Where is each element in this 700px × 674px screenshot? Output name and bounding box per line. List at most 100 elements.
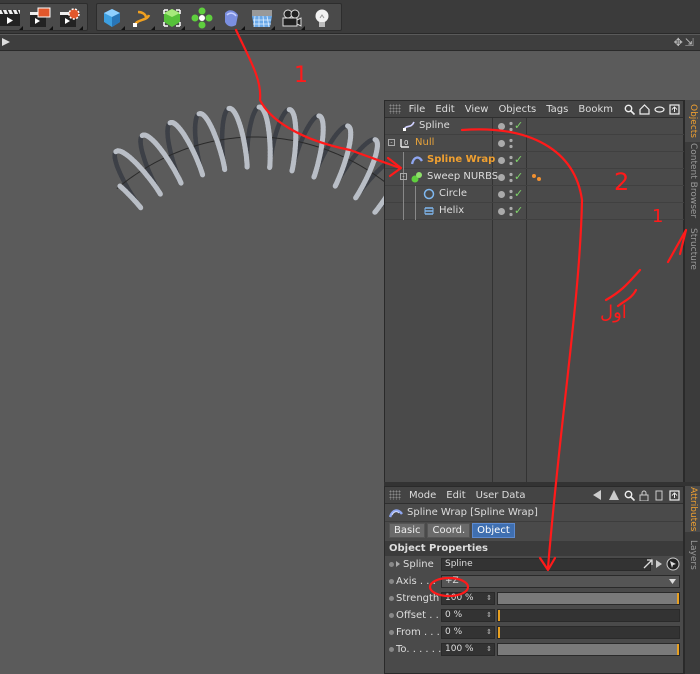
3d-viewport[interactable]	[0, 52, 384, 674]
navigation-icons[interactable]: ✥⇲	[674, 36, 696, 49]
visibility-dot-icon[interactable]	[498, 123, 505, 130]
spline-pen-button[interactable]	[127, 4, 157, 32]
enabled-check-icon[interactable]: ✓	[514, 204, 523, 217]
object-manager: File Edit View Objects Tags Bookm Spline…	[384, 100, 685, 482]
from-slider[interactable]	[497, 626, 680, 639]
tab-object[interactable]: Object	[472, 523, 515, 538]
menu-tags[interactable]: Tags	[546, 104, 568, 115]
object-row-null[interactable]: -0 Null	[385, 135, 685, 152]
enabled-check-icon[interactable]: ✓	[514, 119, 523, 132]
cinema4d-window: ✥⇲ File Edit View Objects Tags Bookm Spl…	[0, 0, 700, 674]
tab-basic[interactable]: Basic	[389, 523, 426, 538]
link-menu-icon[interactable]	[655, 559, 663, 569]
menu-user-data[interactable]: User Data	[476, 490, 526, 501]
helix-front-strands	[113, 104, 384, 215]
spline-wrap-icon	[410, 154, 424, 166]
animate-dot-icon[interactable]	[389, 596, 394, 601]
render-dots-icon[interactable]	[509, 155, 513, 166]
pin-icon[interactable]	[653, 489, 665, 501]
grip-handle-icon[interactable]	[389, 104, 401, 114]
camera-button[interactable]	[277, 4, 307, 32]
up-arrow-icon[interactable]	[608, 489, 620, 501]
spline-wrap-icon	[389, 508, 403, 518]
back-arrow-icon[interactable]	[593, 489, 605, 501]
offset-input[interactable]: 0 % ⇕	[441, 609, 495, 622]
render-settings-button[interactable]	[55, 4, 85, 32]
tab-layers[interactable]: Layers	[685, 538, 700, 572]
strength-slider[interactable]	[497, 592, 680, 605]
object-manager-menubar: File Edit View Objects Tags Bookm	[385, 101, 683, 118]
grip-handle-icon[interactable]	[389, 490, 401, 500]
render-dots-icon[interactable]	[509, 189, 513, 200]
object-row-circle[interactable]: Circle ✓	[385, 186, 685, 203]
object-toolbar-group	[96, 3, 342, 31]
object-row-sweep-nurbs[interactable]: - Sweep NURBS ✓	[385, 169, 685, 186]
offset-slider[interactable]	[497, 609, 680, 622]
object-row-spline-wrap[interactable]: Spline Wrap ✓	[385, 152, 685, 169]
render-picture-viewer-button[interactable]	[25, 4, 55, 32]
render-view-button[interactable]	[0, 4, 25, 32]
render-dots-icon[interactable]	[509, 206, 513, 217]
expand-arrow-icon[interactable]	[2, 38, 10, 46]
visibility-dot-icon[interactable]	[498, 157, 505, 164]
section-object-properties: Object Properties	[385, 541, 683, 556]
menu-view[interactable]: View	[465, 104, 489, 115]
menu-bookmarks[interactable]: Bookm	[578, 104, 613, 115]
menu-mode[interactable]: Mode	[409, 490, 436, 501]
axis-property: Axis . . . +Z	[385, 573, 683, 590]
pick-session-icon[interactable]	[666, 557, 680, 571]
viewport-edge[interactable]	[384, 52, 700, 100]
menu-file[interactable]: File	[409, 104, 426, 115]
visibility-dot-icon[interactable]	[498, 174, 505, 181]
tab-attributes[interactable]: Attributes	[685, 486, 700, 532]
helix-centerline	[116, 136, 384, 189]
tab-content-browser[interactable]: Content Browser	[685, 143, 700, 218]
light-button[interactable]	[307, 4, 337, 32]
new-window-icon[interactable]	[668, 489, 680, 501]
axis-dropdown[interactable]: +Z	[441, 575, 680, 588]
render-dots-icon[interactable]	[509, 138, 513, 149]
lock-icon[interactable]	[638, 489, 650, 501]
phong-tag-icon[interactable]	[531, 173, 543, 183]
from-input[interactable]: 0 % ⇕	[441, 626, 495, 639]
search-icon[interactable]	[623, 489, 635, 501]
menu-edit[interactable]: Edit	[446, 490, 465, 501]
to-input[interactable]: 100 % ⇕	[441, 643, 495, 656]
animate-dot-icon[interactable]	[389, 647, 394, 652]
from-label: From . . .	[396, 627, 440, 638]
render-dots-icon[interactable]	[509, 121, 513, 132]
render-dots-icon[interactable]	[509, 172, 513, 183]
nurbs-button[interactable]	[157, 4, 187, 32]
search-icon[interactable]	[623, 103, 635, 115]
visibility-dot-icon[interactable]	[498, 140, 505, 147]
menu-edit[interactable]: Edit	[435, 104, 454, 115]
expand-triangle-icon[interactable]	[396, 561, 400, 567]
eye-icon[interactable]	[653, 103, 665, 115]
animate-dot-icon[interactable]	[389, 562, 394, 567]
object-row-helix[interactable]: Helix ✓	[385, 203, 685, 220]
cube-button[interactable]	[97, 4, 127, 32]
deformer-button[interactable]	[217, 4, 247, 32]
menu-objects[interactable]: Objects	[498, 104, 536, 115]
floor-button[interactable]	[247, 4, 277, 32]
visibility-dot-icon[interactable]	[498, 208, 505, 215]
home-icon[interactable]	[638, 103, 650, 115]
enabled-check-icon[interactable]: ✓	[514, 153, 523, 166]
animate-dot-icon[interactable]	[389, 613, 394, 618]
link-arrow-icon[interactable]	[643, 559, 653, 569]
tab-coord[interactable]: Coord.	[427, 523, 471, 538]
spline-link-field[interactable]: Spline	[441, 558, 651, 571]
animate-dot-icon[interactable]	[389, 630, 394, 635]
array-button[interactable]	[187, 4, 217, 32]
tab-objects[interactable]: Objects	[685, 100, 700, 142]
enabled-check-icon[interactable]: ✓	[514, 187, 523, 200]
object-name: Null	[415, 137, 435, 148]
tab-structure[interactable]: Structure	[685, 224, 700, 274]
animate-dot-icon[interactable]	[389, 579, 394, 584]
visibility-dot-icon[interactable]	[498, 191, 505, 198]
object-row-spline[interactable]: Spline ✓	[385, 118, 685, 135]
new-window-icon[interactable]	[668, 103, 680, 115]
strength-input[interactable]: 100 % ⇕	[441, 592, 495, 605]
enabled-check-icon[interactable]: ✓	[514, 170, 523, 183]
to-slider[interactable]	[497, 643, 680, 656]
